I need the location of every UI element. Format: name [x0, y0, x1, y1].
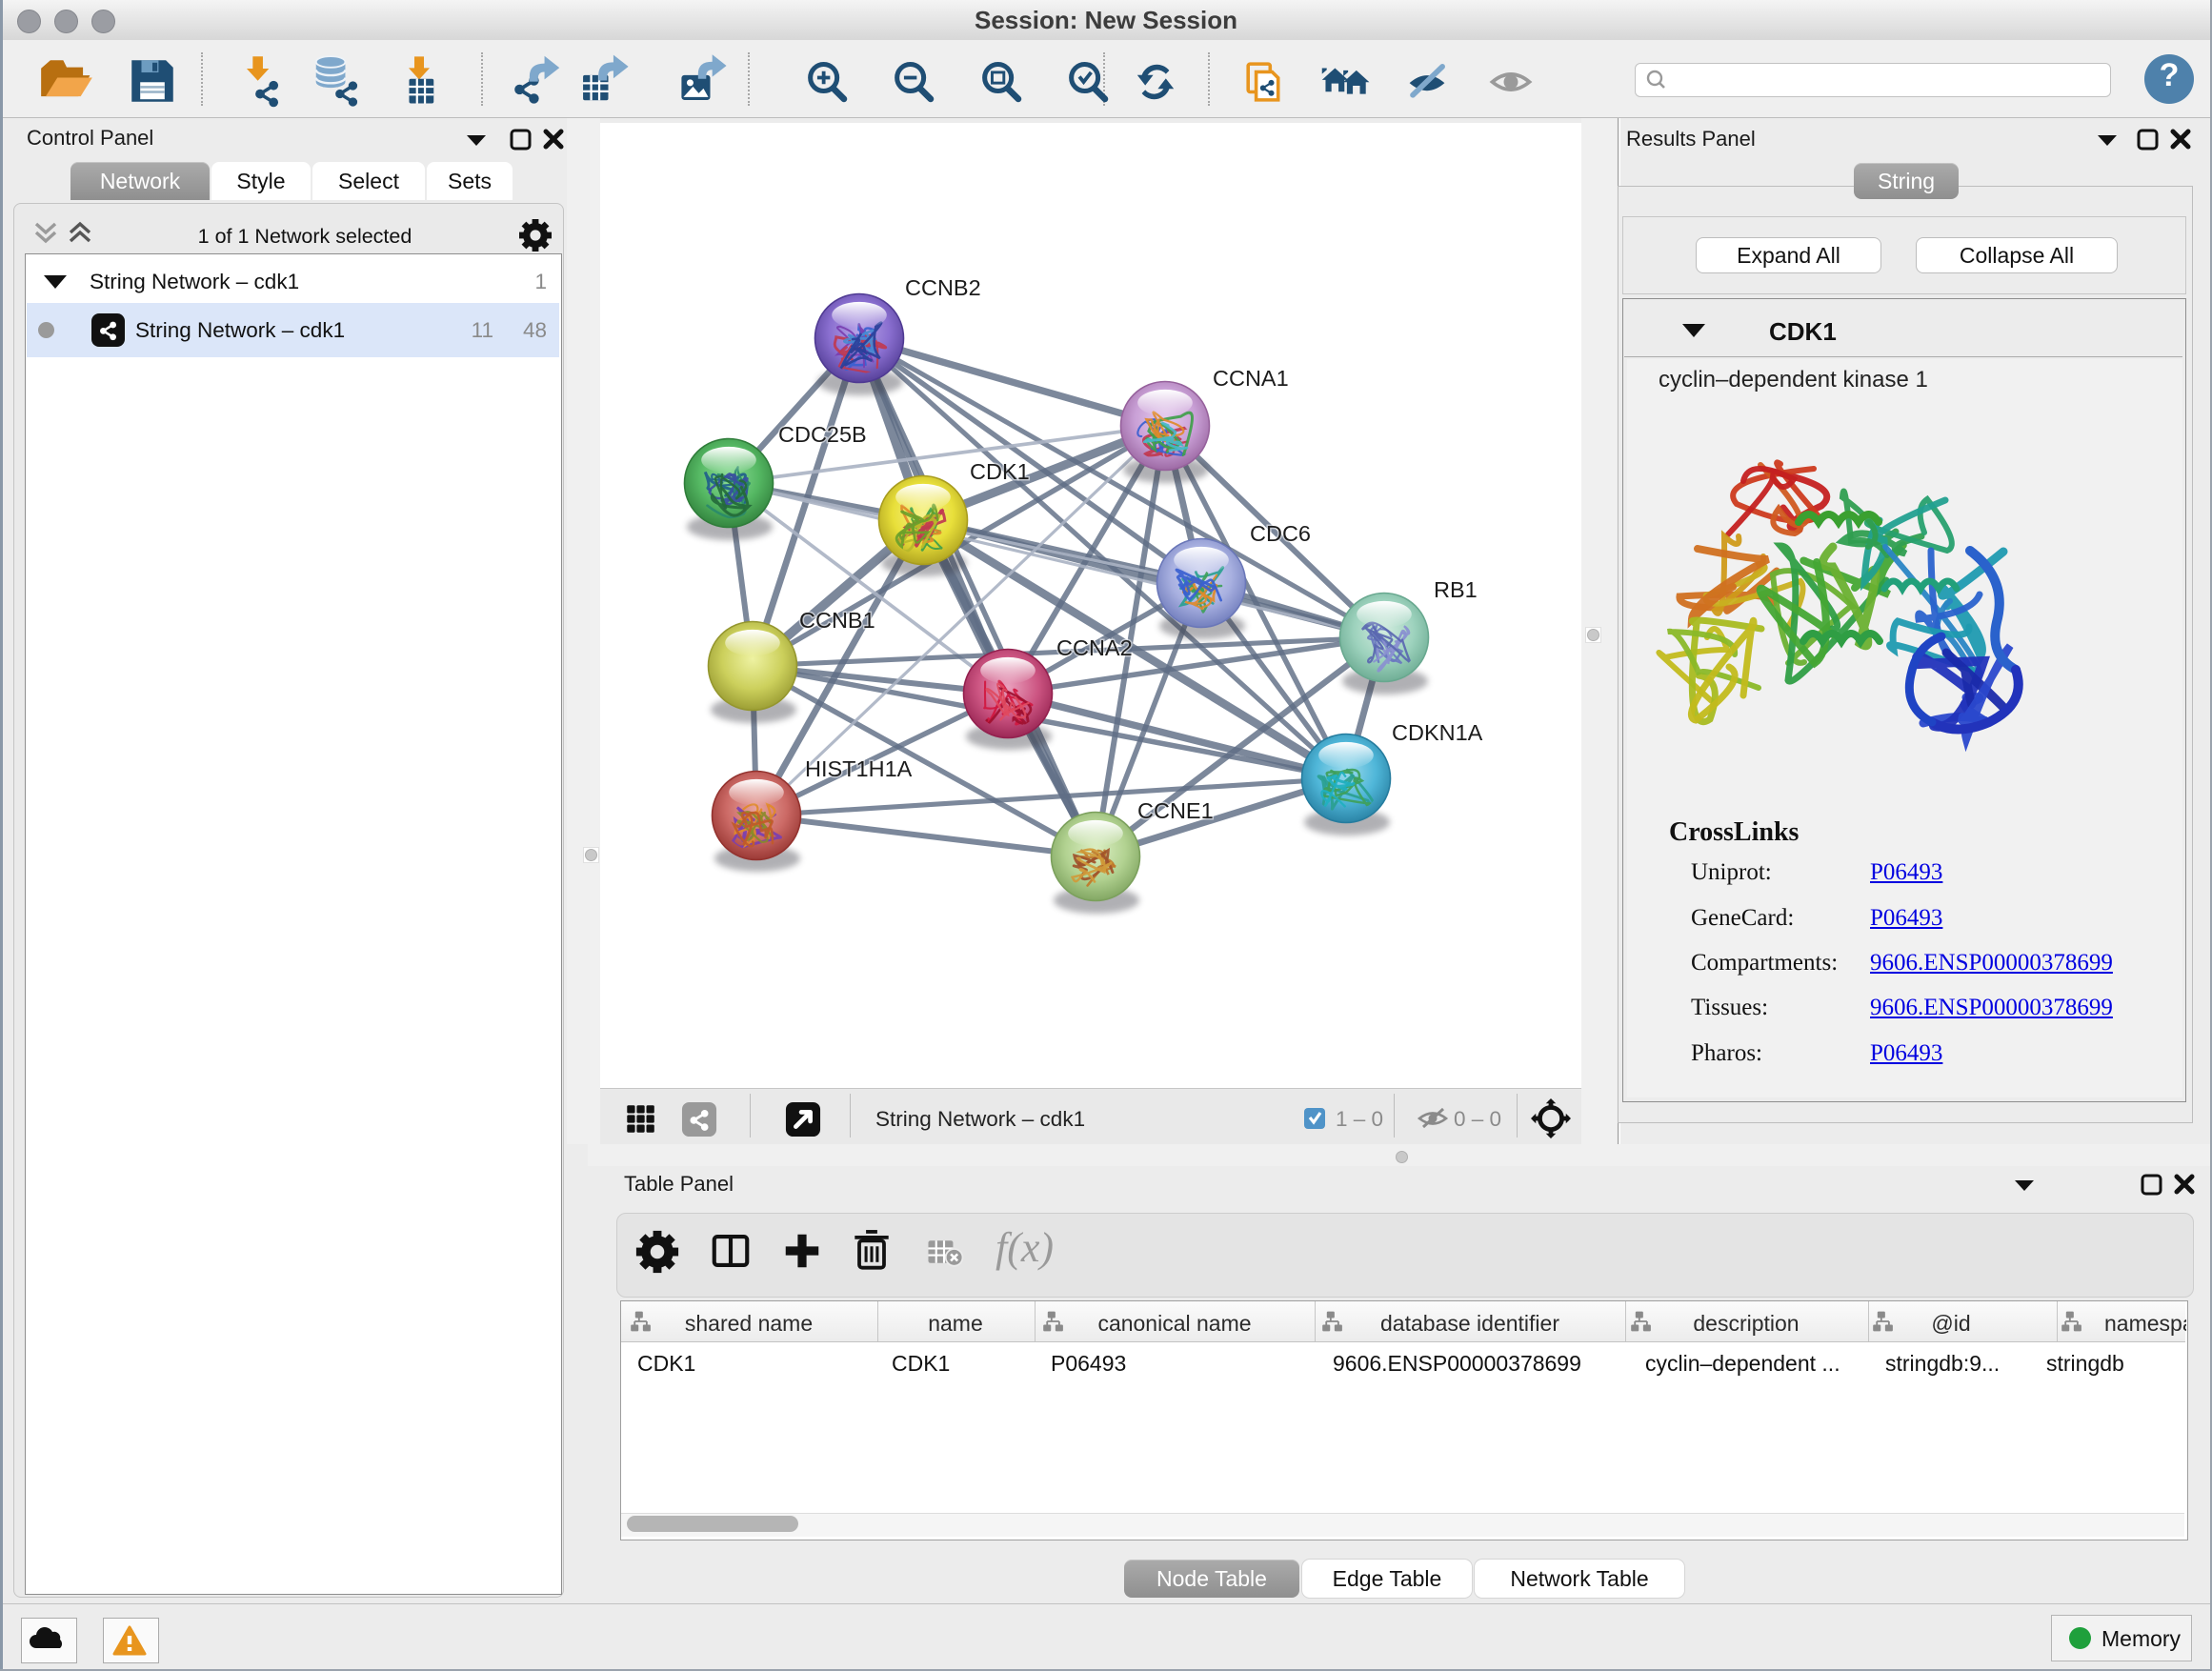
- svg-text:CDC6: CDC6: [1250, 521, 1311, 546]
- svg-text:CCNB1: CCNB1: [799, 608, 875, 633]
- svg-text:CCNA1: CCNA1: [1213, 366, 1289, 391]
- svg-text:CDC25B: CDC25B: [778, 422, 867, 447]
- svg-text:CCNB2: CCNB2: [905, 275, 981, 300]
- svg-text:RB1: RB1: [1434, 577, 1478, 602]
- svg-text:CCNE1: CCNE1: [1137, 798, 1214, 823]
- svg-text:HIST1H1A: HIST1H1A: [805, 756, 913, 781]
- svg-text:CCNA2: CCNA2: [1056, 635, 1133, 660]
- svg-text:CDK1: CDK1: [970, 459, 1030, 484]
- svg-text:CDKN1A: CDKN1A: [1392, 720, 1483, 745]
